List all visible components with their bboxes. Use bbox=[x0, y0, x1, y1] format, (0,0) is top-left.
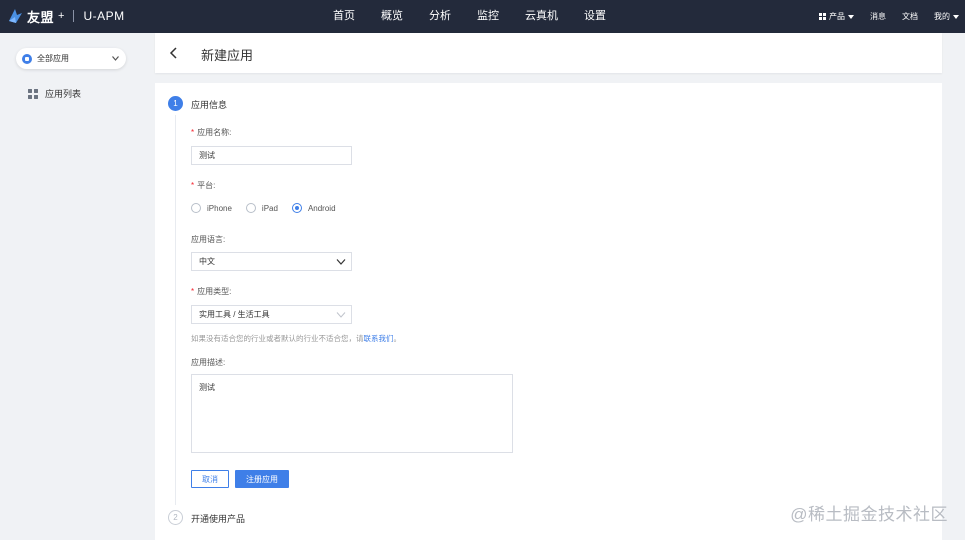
description-label: 应用描述: bbox=[191, 358, 226, 367]
brand-logo[interactable]: 友盟 + U-APM bbox=[6, 6, 125, 26]
sidebar-item-app-list[interactable]: 应用列表 bbox=[28, 87, 81, 100]
app-selector-label: 全部应用 bbox=[37, 54, 69, 63]
nav-home[interactable]: 首页 bbox=[320, 0, 368, 33]
step-2-badge: 2 bbox=[168, 510, 183, 525]
chevron-down-icon bbox=[336, 312, 346, 318]
docs-link[interactable]: 文档 bbox=[902, 11, 918, 22]
language-select-value: 中文 bbox=[199, 257, 215, 266]
brand-divider bbox=[73, 10, 75, 22]
product-name: U-APM bbox=[83, 9, 125, 23]
nav-cloud-device[interactable]: 云真机 bbox=[512, 0, 571, 33]
page-header: 新建应用 bbox=[155, 33, 942, 73]
brand-plus: + bbox=[58, 10, 65, 22]
caret-down-icon bbox=[953, 14, 959, 19]
platform-option-android[interactable]: Android bbox=[291, 203, 336, 213]
platform-option-iphone[interactable]: iPhone bbox=[191, 203, 232, 213]
category-label: * 应用类型: bbox=[191, 287, 232, 296]
platform-radio-group: iPhone iPad Android bbox=[191, 203, 350, 213]
user-menu-label: 我的 bbox=[934, 12, 950, 21]
radio-label: iPad bbox=[261, 203, 278, 213]
sidebar-item-label: 应用列表 bbox=[45, 89, 82, 99]
register-app-button[interactable]: 注册应用 bbox=[235, 470, 289, 488]
nav-monitor[interactable]: 监控 bbox=[464, 0, 512, 33]
app-selector[interactable]: 全部应用 bbox=[16, 48, 126, 69]
main-nav: 首页 概览 分析 监控 云真机 设置 bbox=[320, 0, 619, 33]
right-nav: 产品 消息 文档 我的 bbox=[803, 0, 959, 33]
products-menu[interactable]: 产品 bbox=[819, 11, 854, 22]
required-mark: * bbox=[191, 181, 195, 190]
sidebar: 全部应用 应用列表 bbox=[0, 33, 143, 540]
required-mark: * bbox=[191, 128, 195, 137]
grid-icon bbox=[819, 13, 826, 20]
category-hint: 如果没有适合您的行业或者默认的行业不适合您，请联系我们。 bbox=[191, 334, 401, 343]
top-navigation-bar: 友盟 + U-APM 首页 概览 分析 监控 云真机 设置 产品 消息 文档 我… bbox=[0, 0, 965, 33]
category-cascader-value: 实用工具 / 生活工具 bbox=[199, 310, 270, 319]
brand-name: 友盟 bbox=[27, 9, 55, 25]
radio-label: Android bbox=[307, 203, 336, 213]
radio-button bbox=[245, 203, 256, 213]
umeng-logo-icon bbox=[9, 9, 22, 23]
category-cascader[interactable]: 实用工具 / 生活工具 bbox=[191, 305, 352, 324]
back-arrow-icon[interactable] bbox=[169, 46, 179, 60]
radio-button-selected bbox=[291, 203, 302, 213]
app-icon bbox=[22, 53, 32, 64]
step-1-badge: 1 bbox=[168, 96, 183, 111]
products-label: 产品 bbox=[829, 12, 845, 21]
cancel-button[interactable]: 取消 bbox=[191, 470, 229, 488]
nav-settings[interactable]: 设置 bbox=[571, 0, 619, 33]
platform-label: * 平台: bbox=[191, 181, 216, 190]
chevron-down-icon bbox=[336, 259, 346, 265]
step-1-title: 应用信息 bbox=[191, 100, 228, 110]
app-name-label: * 应用名称: bbox=[191, 128, 232, 137]
radio-label: iPhone bbox=[207, 203, 232, 213]
contact-us-link[interactable]: 联系我们 bbox=[364, 334, 394, 343]
messages-link[interactable]: 消息 bbox=[870, 11, 886, 22]
nav-analysis[interactable]: 分析 bbox=[416, 0, 464, 33]
radio-button bbox=[191, 203, 201, 213]
page-title: 新建应用 bbox=[201, 48, 254, 63]
step-2-title: 开通使用产品 bbox=[191, 514, 246, 524]
app-name-input[interactable]: 测试 bbox=[191, 146, 352, 165]
watermark: @稀土掘金技术社区 bbox=[790, 505, 948, 524]
chevron-down-icon bbox=[112, 56, 119, 61]
grid-icon bbox=[28, 88, 38, 99]
required-mark: * bbox=[191, 287, 195, 296]
description-textarea[interactable]: 测试 bbox=[191, 374, 513, 453]
nav-overview[interactable]: 概览 bbox=[368, 0, 416, 33]
step-connector bbox=[175, 115, 176, 505]
user-menu[interactable]: 我的 bbox=[934, 11, 959, 22]
platform-option-ipad[interactable]: iPad bbox=[245, 203, 278, 213]
language-select[interactable]: 中文 bbox=[191, 252, 352, 271]
language-label: 应用语言: bbox=[191, 235, 226, 244]
create-app-form-card: 1 应用信息 * 应用名称: 测试 * 平台: iPhone iPad Androi… bbox=[155, 83, 942, 540]
caret-down-icon bbox=[848, 14, 854, 19]
